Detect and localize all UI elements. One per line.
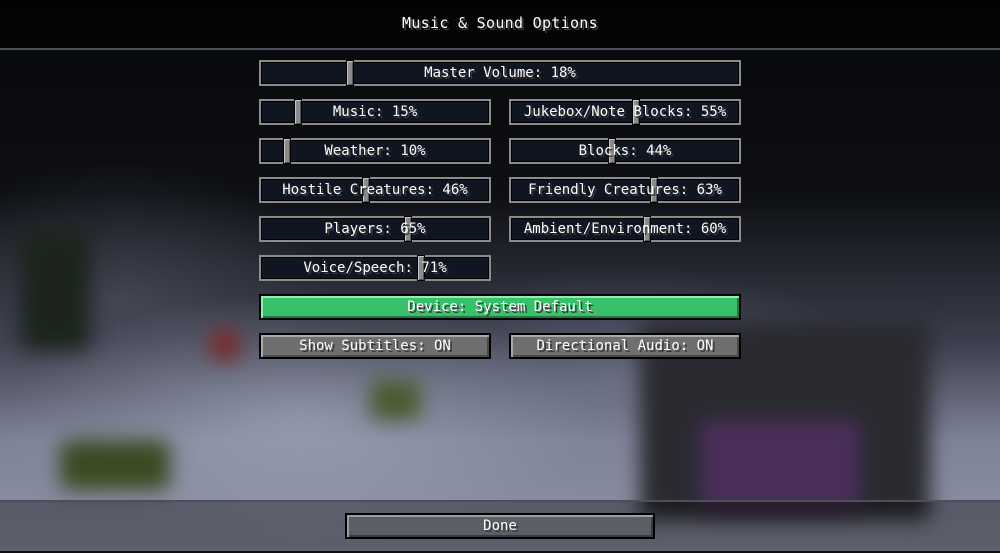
friendly-creatures-slider[interactable]: Friendly Creatures: 63% <box>509 177 741 203</box>
jukebox-note-blocks-slider[interactable]: Jukebox/Note Blocks: 55% <box>509 99 741 125</box>
weather-slider[interactable]: Weather: 10% <box>259 138 491 164</box>
master-volume-slider[interactable]: Master Volume: 18% <box>259 60 741 86</box>
done-button[interactable]: Done <box>345 513 655 539</box>
voice-speech-slider[interactable]: Voice/Speech: 71% <box>259 255 491 281</box>
slider-label: Weather: 10% <box>324 143 426 159</box>
device-button[interactable]: Device: System Default <box>259 294 741 320</box>
directional-audio-button[interactable]: Directional Audio: ON <box>509 333 741 359</box>
slider-handle[interactable] <box>294 99 302 125</box>
ambient-environment-slider[interactable]: Ambient/Environment: 60% <box>509 216 741 242</box>
slider-label: Voice/Speech: 71% <box>303 260 447 276</box>
hostile-creatures-slider[interactable]: Hostile Creatures: 46% <box>259 177 491 203</box>
page-title: Music & Sound Options <box>402 14 598 32</box>
slider-handle[interactable] <box>346 60 354 86</box>
slider-label: Players: 65% <box>324 221 426 237</box>
players-slider[interactable]: Players: 65% <box>259 216 491 242</box>
slider-label: Master Volume: 18% <box>424 65 576 81</box>
slider-label: Ambient/Environment: 60% <box>523 221 727 237</box>
slider-label: Music: 15% <box>332 104 418 120</box>
slider-label: Blocks: 44% <box>578 143 672 159</box>
slider-handle[interactable] <box>283 138 291 164</box>
music-slider[interactable]: Music: 15% <box>259 99 491 125</box>
show-subtitles-button[interactable]: Show Subtitles: ON <box>259 333 491 359</box>
slider-label: Friendly Creatures: 63% <box>528 182 722 198</box>
slider-label: Hostile Creatures: 46% <box>282 182 468 198</box>
slider-label: Jukebox/Note Blocks: 55% <box>523 104 727 120</box>
blocks-slider[interactable]: Blocks: 44% <box>509 138 741 164</box>
